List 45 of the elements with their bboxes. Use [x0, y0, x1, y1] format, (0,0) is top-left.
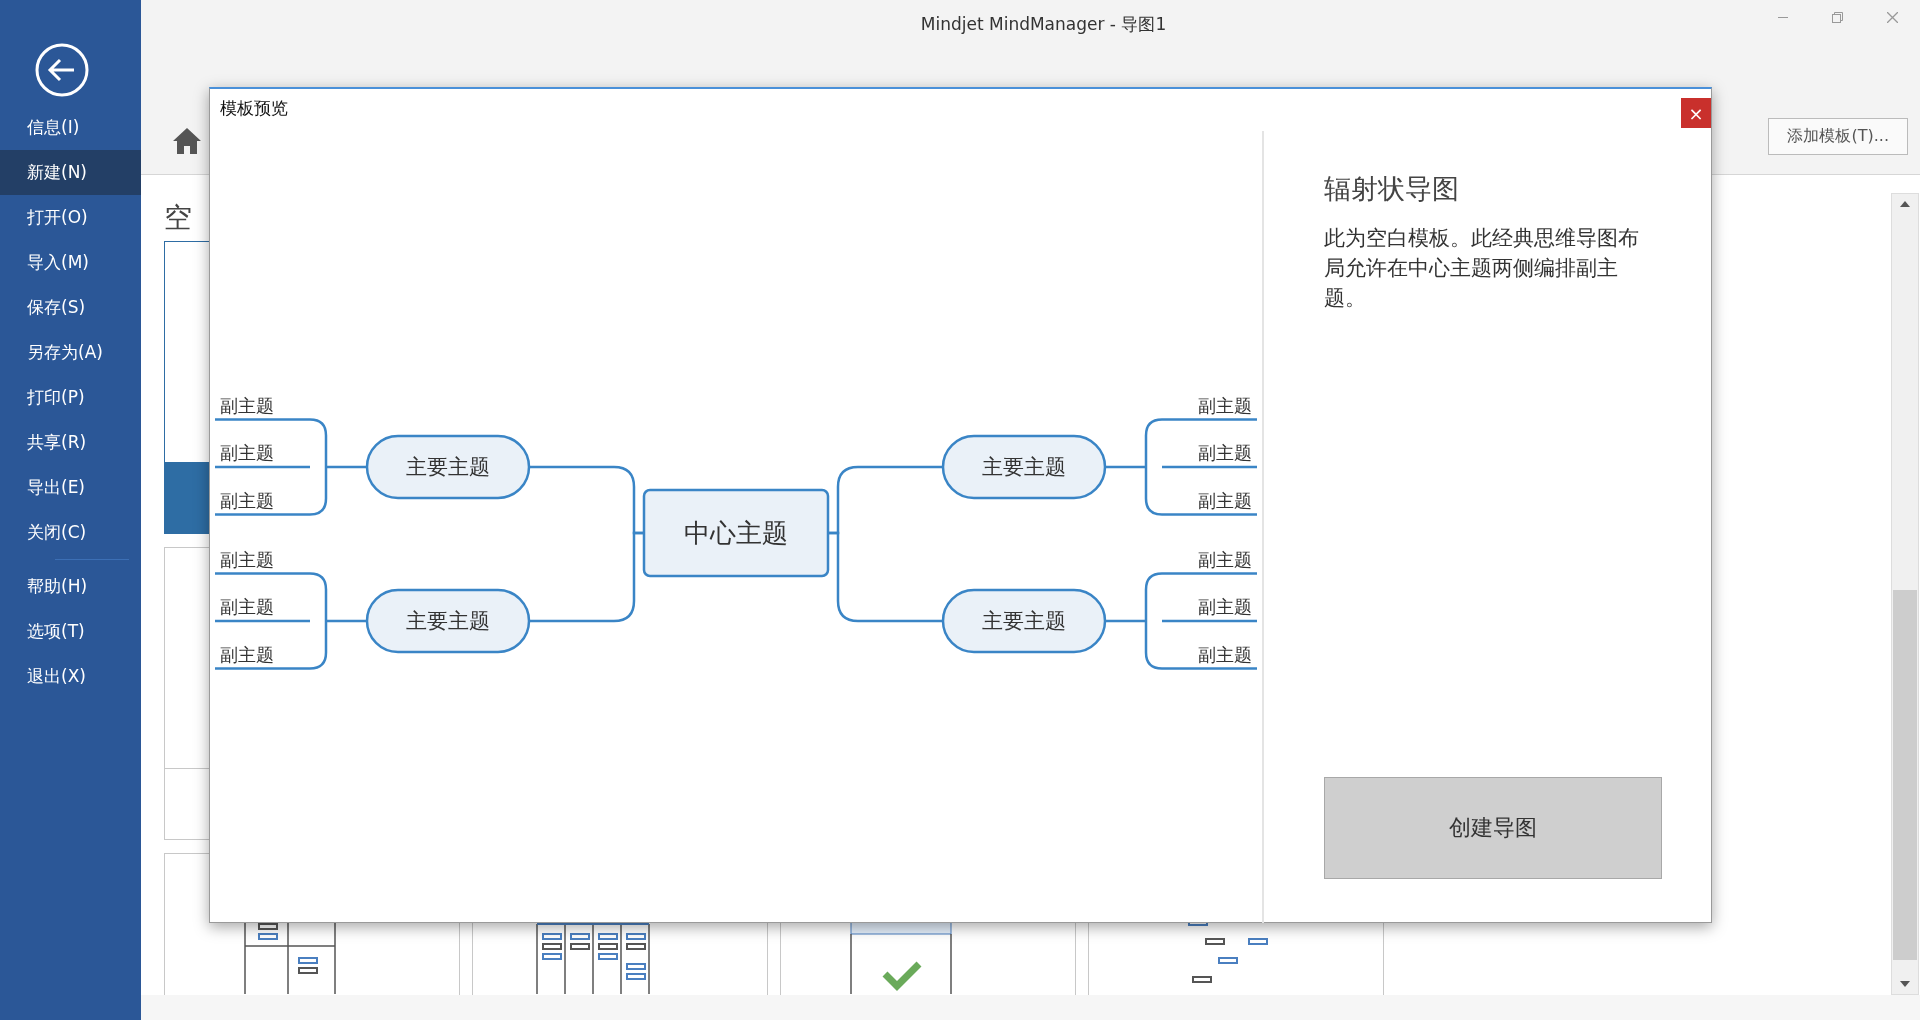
subtopic: 副主题	[215, 489, 310, 516]
menu-item[interactable]: 关闭(C)	[0, 510, 141, 555]
subtopic: 副主题	[215, 548, 310, 575]
create-map-button[interactable]: 创建导图	[1324, 777, 1662, 879]
restore-icon[interactable]	[1832, 12, 1843, 23]
menu-item[interactable]: 共享(R)	[0, 420, 141, 465]
subtopic: 副主题	[215, 442, 310, 469]
subtopic: 副主题	[1162, 596, 1257, 623]
subtopic: 副主题	[1162, 489, 1257, 516]
section-heading: 空	[164, 200, 192, 236]
subtopic: 副主题	[1162, 643, 1257, 670]
subtopic: 副主题	[215, 596, 310, 623]
menu-item[interactable]: 导入(M)	[0, 240, 141, 285]
central-topic: 中心主题	[642, 488, 830, 578]
scrollbar-thumb[interactable]	[1893, 590, 1917, 960]
window-title: Mindjet MindManager - 导图1	[920, 12, 1167, 36]
menu-item[interactable]: 新建(N)	[0, 150, 141, 195]
menu-item[interactable]: 打印(P)	[0, 375, 141, 420]
subtopic: 副主题	[215, 643, 310, 670]
menu-item[interactable]: 打开(O)	[0, 195, 141, 240]
home-icon[interactable]	[172, 127, 202, 155]
menu-item[interactable]: 帮助(H)	[0, 564, 141, 609]
subtopic: 副主题	[1162, 394, 1257, 421]
main-topic: 主要主题	[365, 588, 531, 654]
main-topic: 主要主题	[365, 434, 531, 500]
menu-item[interactable]: 退出(X)	[0, 654, 141, 699]
subtopic: 副主题	[1162, 442, 1257, 469]
subtopic: 副主题	[215, 394, 310, 421]
menu-item[interactable]: 信息(I)	[0, 105, 141, 150]
dialog-title: 模板预览	[220, 96, 288, 120]
main-topic: 主要主题	[941, 588, 1107, 654]
back-icon[interactable]	[34, 42, 90, 98]
close-icon[interactable]	[1887, 12, 1898, 23]
menu-item[interactable]: 另存为(A)	[0, 330, 141, 375]
template-description: 此为空白模板。此经典思维导图布局允许在中心主题两侧编排副主题。	[1324, 225, 1640, 312]
menu-item[interactable]: 选项(T)	[0, 609, 141, 654]
menu-item[interactable]: 保存(S)	[0, 285, 141, 330]
scrollbar[interactable]	[1891, 193, 1919, 995]
subtopic: 副主题	[1162, 548, 1257, 575]
close-button[interactable]: ×	[1681, 98, 1711, 128]
menu-item[interactable]: 导出(E)	[0, 465, 141, 510]
add-template-button[interactable]: 添加模板(T)...	[1768, 118, 1908, 155]
template-name: 辐射状导图	[1324, 172, 1460, 206]
minimize-icon[interactable]	[1778, 16, 1788, 19]
main-topic: 主要主题	[941, 434, 1107, 500]
